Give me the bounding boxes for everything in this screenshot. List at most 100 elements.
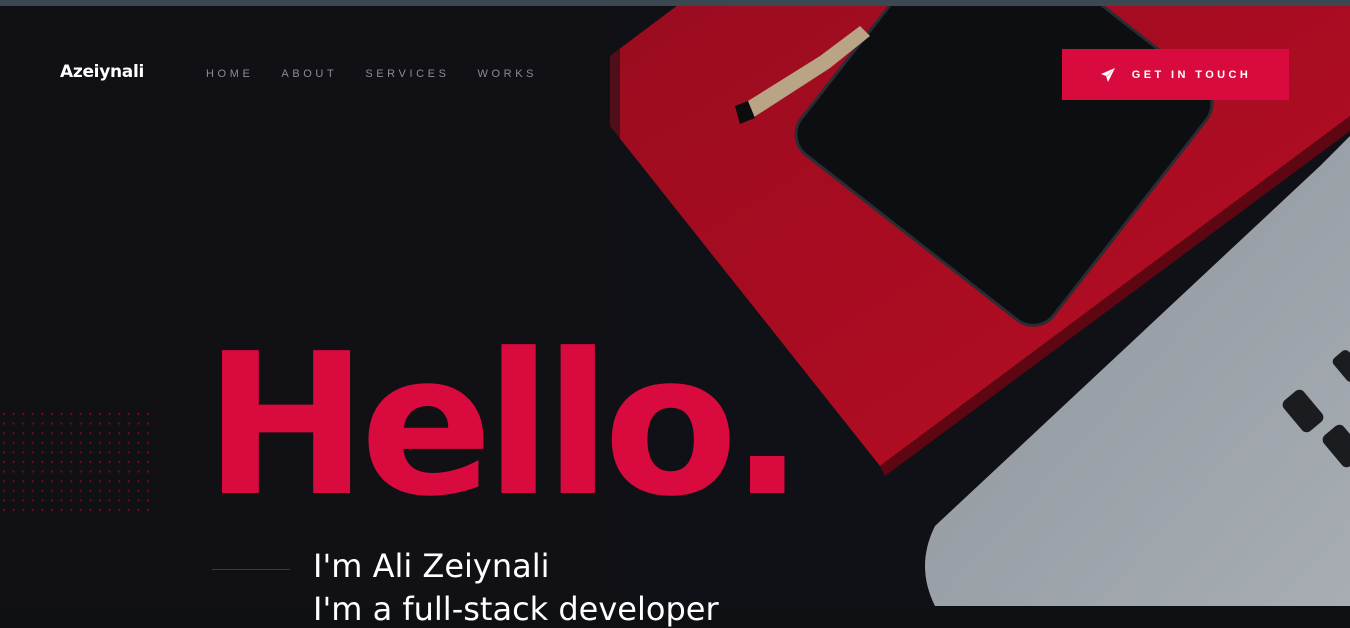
dot xyxy=(79,480,83,483)
dot xyxy=(22,412,25,416)
dot xyxy=(127,451,130,454)
dot xyxy=(118,499,121,502)
dot xyxy=(50,480,54,483)
dot xyxy=(79,470,83,473)
dot xyxy=(118,451,121,454)
nav-services[interactable]: SERVICES xyxy=(365,68,449,80)
dot xyxy=(98,412,102,416)
dot xyxy=(127,508,130,512)
dot xyxy=(98,480,102,483)
dot xyxy=(12,480,15,483)
dot xyxy=(50,460,54,464)
dot xyxy=(127,499,130,502)
decorative-dot-grid xyxy=(2,412,150,512)
dot xyxy=(41,470,44,473)
dot xyxy=(137,489,140,492)
dot xyxy=(2,451,6,454)
dot xyxy=(89,422,92,425)
dot xyxy=(70,412,73,416)
dot xyxy=(146,508,150,512)
dot xyxy=(89,432,92,435)
dot xyxy=(118,441,121,444)
dot xyxy=(12,499,15,502)
dot xyxy=(31,499,34,502)
dot xyxy=(79,499,83,502)
dot xyxy=(146,451,150,454)
dot xyxy=(146,470,150,473)
dot xyxy=(31,422,34,425)
dot xyxy=(137,460,140,464)
get-in-touch-button[interactable]: GET IN TOUCH xyxy=(1062,49,1289,100)
dot xyxy=(70,480,73,483)
dot xyxy=(50,441,54,444)
dot xyxy=(31,508,34,512)
dot xyxy=(70,451,73,454)
dot xyxy=(89,489,92,492)
dot xyxy=(41,499,44,502)
dot xyxy=(2,460,6,464)
dot xyxy=(12,432,15,435)
dot xyxy=(60,460,63,464)
dot xyxy=(70,422,73,425)
dot xyxy=(108,480,111,483)
site-logo[interactable]: Azeiynali xyxy=(60,62,144,82)
dot xyxy=(98,508,102,512)
dot xyxy=(22,451,25,454)
dot xyxy=(137,470,140,473)
nav-about[interactable]: ABOUT xyxy=(281,68,337,80)
dot xyxy=(12,460,15,464)
dot xyxy=(108,451,111,454)
dot xyxy=(22,480,25,483)
dot xyxy=(41,441,44,444)
dot xyxy=(108,489,111,492)
dot xyxy=(41,451,44,454)
dot xyxy=(2,499,6,502)
dot xyxy=(31,460,34,464)
intro-divider xyxy=(212,569,290,570)
dot xyxy=(79,441,83,444)
dot xyxy=(146,489,150,492)
dot xyxy=(22,489,25,492)
dot xyxy=(22,499,25,502)
dot xyxy=(137,432,140,435)
dot xyxy=(118,480,121,483)
dot xyxy=(50,422,54,425)
nav-home[interactable]: HOME xyxy=(206,68,253,80)
dot xyxy=(2,480,6,483)
dot xyxy=(41,460,44,464)
dot xyxy=(12,451,15,454)
dot xyxy=(137,412,140,416)
dot xyxy=(60,441,63,444)
dot xyxy=(60,451,63,454)
dot xyxy=(108,412,111,416)
nav-works[interactable]: WORKS xyxy=(478,68,538,80)
dot xyxy=(60,480,63,483)
dot xyxy=(12,508,15,512)
hero-intro: I'm Ali Zeiynali xyxy=(313,547,550,585)
dot xyxy=(118,412,121,416)
dot xyxy=(2,422,6,425)
dot xyxy=(41,489,44,492)
dot xyxy=(60,489,63,492)
dot xyxy=(31,480,34,483)
dot xyxy=(118,432,121,435)
get-in-touch-label: GET IN TOUCH xyxy=(1131,68,1252,81)
dot xyxy=(31,489,34,492)
dot xyxy=(2,432,6,435)
dot xyxy=(137,508,140,512)
dot xyxy=(146,441,150,444)
dot xyxy=(50,508,54,512)
dot xyxy=(50,412,54,416)
dot xyxy=(118,508,121,512)
dot xyxy=(22,460,25,464)
dot xyxy=(12,422,15,425)
dot xyxy=(70,441,73,444)
dot xyxy=(60,470,63,473)
dot xyxy=(98,451,102,454)
dot xyxy=(79,422,83,425)
dot xyxy=(137,441,140,444)
dot xyxy=(118,470,121,473)
dot xyxy=(146,480,150,483)
dot xyxy=(60,508,63,512)
dot xyxy=(50,489,54,492)
